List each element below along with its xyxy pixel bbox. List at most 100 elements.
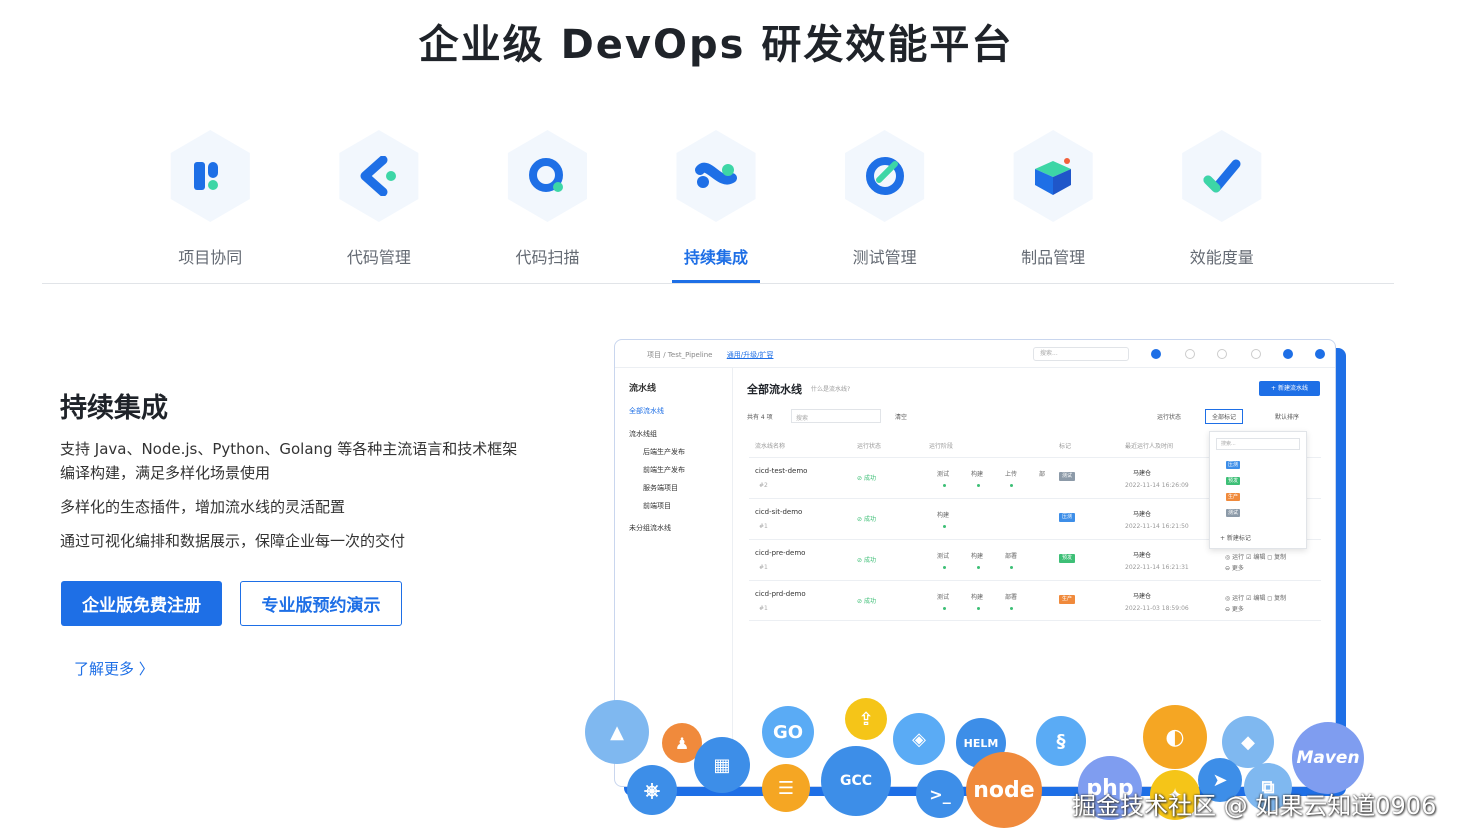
row-user: 马建仓	[1133, 511, 1152, 518]
sidebar-pipeline: 流水线	[629, 384, 657, 394]
kubernetes-bubble-icon: ⎈	[627, 765, 677, 815]
tab-code-scan[interactable]: 代码扫描	[463, 130, 632, 284]
project-collab-icon	[164, 130, 256, 222]
dropdown-option: 生产	[1226, 493, 1240, 501]
dropdown-add-tag: + 新建标记	[1220, 535, 1251, 542]
row-name: cicd-pre-demo	[755, 549, 806, 557]
row-status: ⊘ 成功	[857, 516, 876, 523]
screenshot-filter-sort: 默认排序	[1275, 414, 1300, 421]
row-tag: 预发	[1059, 554, 1075, 563]
stage-dot	[943, 566, 946, 569]
row-time: 2022-11-14 16:21:31	[1125, 564, 1189, 571]
link-icon	[1185, 349, 1195, 359]
row-stage: 构建	[971, 471, 984, 478]
tab-code-management[interactable]: 代码管理	[295, 130, 464, 284]
screenshot-clear: 清空	[895, 414, 908, 421]
screenshot-new-button: + 新建流水线	[1259, 381, 1320, 396]
tab-test-management[interactable]: 测试管理	[800, 130, 969, 284]
python-bubble-icon: ◈	[893, 713, 945, 765]
screenshot-search: 搜索...	[1033, 347, 1129, 361]
tab-label: 效能度量	[1189, 248, 1254, 267]
tab-label: 代码管理	[346, 248, 411, 267]
sidebar-group-item: 前端生产发布	[643, 466, 685, 474]
feature-desc-visual: 通过可视化编排和数据展示，保障企业每一次的交付	[60, 532, 406, 550]
feature-title: 持续集成	[60, 393, 168, 424]
stage-dot	[943, 607, 946, 610]
dropdown-option: 压测	[1226, 461, 1240, 469]
sidebar-group-item: 服务端项目	[643, 484, 678, 492]
screenshot-topbar: 项目 / Test_Pipeline 通用/升级/扩容 搜索...	[615, 340, 1335, 368]
database-bubble-icon: ☰	[762, 764, 810, 812]
screenshot-search-box: 搜索	[791, 409, 881, 423]
mountain-bubble-icon: ▲	[585, 700, 649, 764]
tag-dropdown: 搜索... 压测 预发 生产 测试 + 新建标记	[1209, 431, 1307, 549]
stage-dot	[977, 566, 980, 569]
artifact-management-icon	[1007, 130, 1099, 222]
col-runner: 最近运行人及时间	[1125, 443, 1174, 450]
row-name: cicd-prd-demo	[755, 590, 806, 598]
gcc-bubble-icon: GCC	[821, 746, 891, 816]
col-status: 运行状态	[857, 443, 882, 450]
learn-more-link[interactable]: 了解更多 〉	[74, 658, 154, 679]
row-tag: 生产	[1059, 595, 1075, 604]
tabs-divider	[42, 283, 1394, 284]
avatar	[1315, 349, 1325, 359]
screenshot-filter-tag: 全部标记	[1205, 409, 1244, 424]
stage-dot	[977, 484, 980, 487]
row-tag: 测试	[1059, 472, 1075, 481]
col-stage: 运行阶段	[929, 443, 954, 450]
efficiency-metrics-icon	[1176, 130, 1268, 222]
row-time: 2022-11-14 16:21:50	[1125, 523, 1189, 530]
screenshot-hint: 什么是流水线?	[811, 386, 851, 393]
row-status: ⊘ 成功	[857, 598, 876, 605]
sidebar-pipeline-group: 流水线组	[629, 430, 657, 438]
row-ops: ◎ 运行 ☑ 编辑 ◻ 复制 ⊖ 更多	[1225, 595, 1287, 613]
sidebar-group-item: 前端项目	[643, 502, 671, 510]
dropdown-option: 测试	[1226, 509, 1240, 517]
dropdown-search: 搜索...	[1216, 438, 1300, 450]
tab-project-collab[interactable]: 项目协同	[126, 130, 295, 284]
tab-efficiency-metrics[interactable]: 效能度量	[1137, 130, 1306, 284]
node-bubble-icon: node	[966, 752, 1042, 828]
dropdown-option: 预发	[1226, 477, 1240, 485]
row-number: #1	[759, 523, 768, 530]
row-name: cicd-sit-demo	[755, 508, 803, 516]
row-name: cicd-test-demo	[755, 467, 808, 475]
breadcrumb-path: 项目 / Test_Pipeline	[647, 351, 713, 359]
terminal-bubble-icon: >_	[916, 770, 964, 818]
feature-desc-languages: 支持 Java、Node.js、Python、Golang 等各种主流语言和技术…	[60, 440, 518, 482]
row-tag: 压测	[1059, 513, 1075, 522]
table-row: cicd-prd-demo #1 ⊘ 成功 测试 构建 部署 生产 马建仓 20…	[749, 580, 1321, 621]
row-user: 马建仓	[1133, 593, 1152, 600]
feature-desc-plugins: 多样化的生态插件，增加流水线的灵活配置	[60, 498, 346, 516]
screenshot-heading: 全部流水线	[747, 383, 802, 396]
bulb-icon	[1251, 349, 1261, 359]
row-ops: ◎ 运行 ☑ 编辑 ◻ 复制 ⊖ 更多	[1225, 554, 1287, 572]
tab-label: 持续集成	[684, 248, 749, 267]
tab-artifact-management[interactable]: 制品管理	[969, 130, 1138, 284]
page-title: 企业级 DevOps 研发效能平台	[418, 22, 1014, 68]
stage-dot	[943, 484, 946, 487]
row-stage: 部	[1039, 471, 1046, 478]
test-management-icon	[839, 130, 931, 222]
row-time: 2022-11-03 18:59:06	[1125, 605, 1189, 612]
sidebar-all-pipelines: 全部流水线	[629, 407, 664, 415]
tab-label: 项目协同	[178, 248, 243, 267]
code-scan-icon	[501, 130, 593, 222]
flame-icon	[1151, 349, 1161, 359]
enterprise-register-button[interactable]: 企业版免费注册	[61, 581, 222, 626]
watermark: 掘金技术社区 @ 如果云知道0906	[1072, 792, 1437, 820]
tab-label: 测试管理	[852, 248, 917, 267]
row-status: ⊘ 成功	[857, 557, 876, 564]
stage-dot	[1010, 607, 1013, 610]
pro-demo-button[interactable]: 专业版预约演示	[240, 581, 402, 626]
tab-continuous-integration[interactable]: 持续集成	[632, 130, 801, 284]
stage-dot	[943, 525, 946, 528]
bell-icon	[1217, 349, 1227, 359]
product-tabs: 项目协同 代码管理 代码扫描 持续集成 测试管理 制品管理 效能度量	[126, 130, 1306, 284]
row-stage: 测试	[937, 553, 950, 560]
stage-dot	[1010, 484, 1013, 487]
row-stage: 构建	[937, 512, 950, 519]
row-status: ⊘ 成功	[857, 475, 876, 482]
tab-label: 代码扫描	[515, 248, 580, 267]
